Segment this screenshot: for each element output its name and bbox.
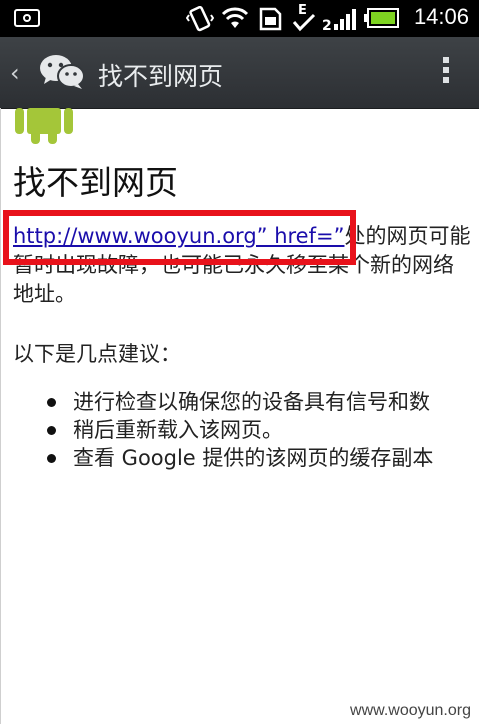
webview-content: 找不到网页 http://www.wooyun.org” href=”处的网页可… [0, 108, 479, 724]
page-title: 找不到网页 [98, 62, 224, 91]
camera-icon [14, 9, 40, 27]
watermark: www.wooyun.org [350, 702, 471, 719]
suggestions-title: 以下是几点建议： [13, 342, 181, 366]
list-item: 查看 Google 提供的该网页的缓存副本 [47, 444, 479, 472]
signal-e-icon: 2 [322, 9, 356, 32]
error-heading: 找不到网页 [13, 163, 178, 202]
battery-icon [364, 8, 399, 28]
wifi-icon [221, 7, 249, 28]
check-icon: E [292, 3, 316, 32]
bullet-icon [47, 398, 56, 407]
vibrate-icon [186, 6, 214, 32]
list-item: 进行检查以确保您的设备具有信号和数 [47, 388, 479, 416]
android-robot-icon [15, 108, 73, 144]
wechat-logo-icon [40, 55, 85, 89]
back-button[interactable]: ‹ [10, 59, 20, 87]
overflow-menu-icon[interactable] [443, 57, 449, 87]
bullet-icon [47, 426, 56, 435]
list-item: 稍后重新载入该网页。 [47, 416, 479, 444]
sd-card-icon [259, 7, 282, 31]
bullet-icon [47, 454, 56, 463]
svg-text:2: 2 [322, 18, 332, 32]
status-bar: E 2 14:06 [0, 0, 479, 37]
title-bar: ‹ 找不到网页 [0, 37, 479, 109]
clock: 14:06 [413, 4, 469, 29]
highlight-box [3, 210, 356, 265]
suggestion-text: 进行检查以确保您的设备具有信号和数 [73, 390, 430, 414]
suggestion-text: 稍后重新载入该网页。 [73, 418, 283, 442]
svg-text:E: E [298, 3, 307, 18]
suggestions-list: 进行检查以确保您的设备具有信号和数 稍后重新载入该网页。 查看 Google 提… [47, 388, 479, 472]
suggestion-text: 查看 Google 提供的该网页的缓存副本 [73, 446, 434, 470]
